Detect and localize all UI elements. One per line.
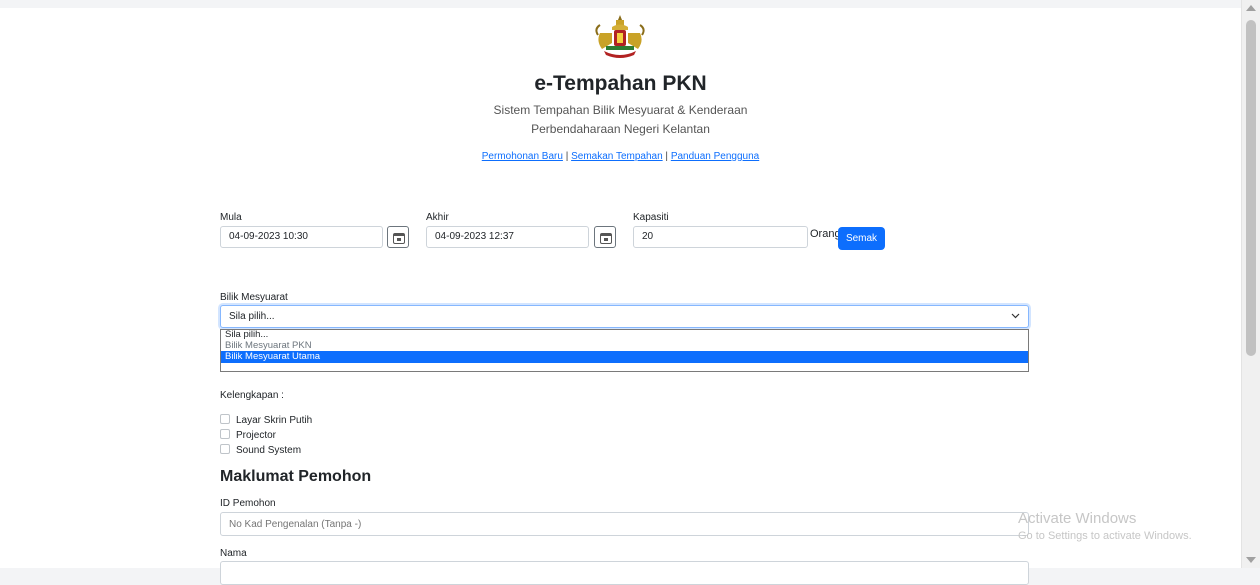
equipment-item[interactable]: Projector [220, 429, 276, 441]
capacity-unit: Orang [810, 228, 841, 240]
header-nav-links: Permohonan Baru | Semakan Tempahan | Pan… [0, 151, 1241, 162]
room-dropdown-list: Sila pilih... Bilik Mesyuarat PKN Bilik … [220, 329, 1029, 372]
capacity-input[interactable]: 20 [633, 226, 808, 248]
checkbox[interactable] [220, 444, 230, 454]
room-select[interactable]: Sila pilih... [220, 305, 1029, 328]
equipment-item-label: Layar Skrin Putih [236, 415, 313, 426]
applicant-name-label: Nama [220, 548, 247, 559]
end-label: Akhir [426, 212, 449, 223]
equipment-item[interactable]: Sound System [220, 444, 301, 456]
start-calendar-button[interactable] [387, 226, 409, 248]
scrollbar-thumb[interactable] [1246, 20, 1256, 356]
checkbox[interactable] [220, 414, 230, 424]
room-select-value: Sila pilih... [229, 311, 275, 322]
link-panduan-pengguna[interactable]: Panduan Pengguna [671, 151, 759, 162]
page-subtitle-organization: Perbendaharaan Negeri Kelantan [531, 122, 710, 136]
equipment-item-label: Sound System [236, 445, 302, 456]
start-label: Mula [220, 212, 242, 223]
page-scrollbar[interactable] [1241, 0, 1260, 568]
link-permohonan-baru[interactable]: Permohonan Baru [482, 151, 563, 162]
windows-activation-watermark: Activate Windows [1018, 510, 1137, 527]
calendar-icon [393, 233, 405, 244]
equipment-label: Kelengkapan : [220, 390, 284, 401]
room-option-highlighted[interactable]: Bilik Mesyuarat Utama [221, 351, 1028, 363]
room-option[interactable]: Bilik Mesyuarat PKN [221, 340, 1028, 352]
scroll-up-arrow-icon[interactable] [1246, 5, 1256, 11]
chevron-down-icon [1011, 313, 1020, 319]
link-semakan-tempahan[interactable]: Semakan Tempahan [571, 151, 663, 162]
end-calendar-button[interactable] [594, 226, 616, 248]
applicant-id-label: ID Pemohon [220, 498, 276, 509]
scroll-down-arrow-icon[interactable] [1246, 557, 1256, 563]
end-datetime-input[interactable]: 04-09-2023 12:37 [426, 226, 589, 248]
link-separator: | [665, 151, 669, 162]
calendar-icon [600, 233, 612, 244]
applicant-id-input[interactable] [220, 512, 1029, 536]
equipment-item-label: Projector [236, 430, 277, 441]
start-datetime-input[interactable]: 04-09-2023 10:30 [220, 226, 383, 248]
equipment-item[interactable]: Layar Skrin Putih [220, 414, 312, 426]
capacity-label: Kapasiti [633, 212, 669, 223]
kelantan-crest-logo [595, 15, 645, 58]
windows-activation-watermark-sub: Go to Settings to activate Windows. [1018, 530, 1192, 542]
semak-button[interactable]: Semak [838, 227, 885, 250]
room-label: Bilik Mesyuarat [220, 292, 288, 303]
applicant-name-input[interactable] [220, 561, 1029, 585]
checkbox[interactable] [220, 429, 230, 439]
room-option[interactable]: Sila pilih... [221, 329, 1028, 341]
page-subtitle: Sistem Tempahan Bilik Mesyuarat & Kender… [493, 103, 748, 117]
page-title: e-Tempahan PKN [534, 72, 707, 95]
link-separator: | [565, 151, 569, 162]
applicant-section-title: Maklumat Pemohon [220, 468, 372, 485]
